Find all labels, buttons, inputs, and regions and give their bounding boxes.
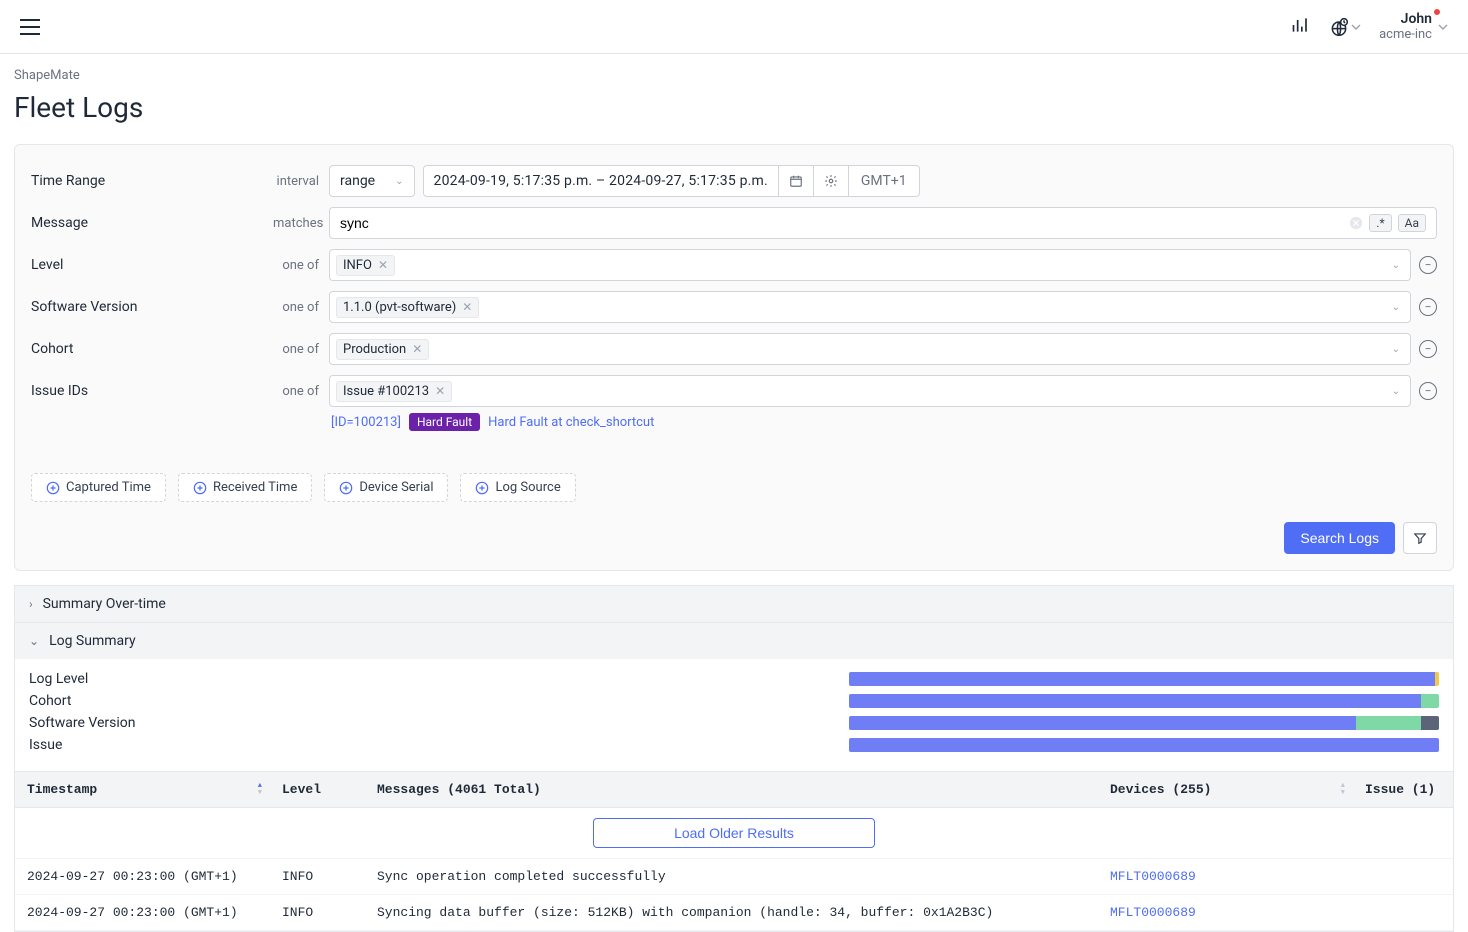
issue-id-link[interactable]: [ID=100213] — [331, 415, 401, 430]
summary-row: Software Version — [29, 715, 1439, 731]
breadcrumb[interactable]: ShapeMate — [14, 68, 1454, 83]
col-level: Level — [270, 772, 365, 808]
log-summary-header[interactable]: ⌄ Log Summary — [15, 623, 1453, 659]
gear-icon[interactable] — [814, 165, 849, 197]
user-org: acme-inc — [1379, 27, 1432, 42]
level-multiselect[interactable]: INFO✕ ⌄ — [329, 249, 1411, 281]
filter-settings-button[interactable] — [1403, 522, 1437, 554]
col-timestamp[interactable]: Timestamp▲▼ — [15, 772, 270, 808]
tag-swversion: 1.1.0 (pvt-software)✕ — [336, 297, 479, 318]
chevron-down-icon: ⌄ — [1392, 302, 1400, 313]
summary-row: Log Level — [29, 671, 1439, 687]
timezone-button[interactable]: GMT+1 — [849, 165, 920, 197]
issue-title-link[interactable]: Hard Fault at check_shortcut — [488, 415, 654, 430]
remove-filter-button[interactable]: − — [1419, 298, 1437, 316]
hamburger-menu-icon[interactable] — [20, 17, 40, 37]
tag-remove-icon[interactable]: ✕ — [435, 384, 445, 398]
tag-remove-icon[interactable]: ✕ — [378, 258, 388, 272]
chevron-down-icon: ⌄ — [1392, 260, 1400, 271]
filter-sublabel-matches: matches — [273, 216, 329, 231]
filter-sublabel: one of — [273, 342, 329, 357]
metrics-icon[interactable] — [1291, 15, 1311, 39]
col-messages: Messages (4061 Total) — [365, 772, 1098, 808]
search-logs-button[interactable]: Search Logs — [1284, 522, 1395, 554]
remove-filter-button[interactable]: − — [1419, 256, 1437, 274]
chevron-down-icon: ⌄ — [1392, 344, 1400, 355]
message-filter-input[interactable] — [340, 215, 1349, 231]
tag-remove-icon[interactable]: ✕ — [462, 300, 472, 314]
cohort-multiselect[interactable]: Production✕ ⌄ — [329, 333, 1411, 365]
filter-label-message: Message — [31, 215, 273, 231]
globe-time-icon[interactable] — [1329, 17, 1361, 37]
summary-bar[interactable] — [849, 738, 1439, 752]
chevron-right-icon: › — [29, 597, 33, 611]
load-older-button[interactable]: Load Older Results — [593, 818, 875, 848]
calendar-icon[interactable] — [779, 165, 814, 197]
case-toggle[interactable]: Aa — [1398, 214, 1426, 232]
page-title: Fleet Logs — [14, 91, 1454, 124]
add-filter-button[interactable]: Device Serial — [324, 473, 448, 502]
message-filter-input-wrapper: .* Aa — [329, 207, 1437, 239]
summary-row: Issue — [29, 737, 1439, 753]
filter-sublabel: one of — [273, 384, 329, 399]
summary-over-time-header[interactable]: › Summary Over-time — [15, 586, 1453, 622]
issue-multiselect[interactable]: Issue #100213✕ ⌄ — [329, 375, 1411, 407]
summary-bar[interactable] — [849, 716, 1439, 730]
filter-label-level: Level — [31, 257, 273, 273]
tag-issue: Issue #100213✕ — [336, 381, 452, 402]
tag-cohort: Production✕ — [336, 339, 429, 360]
date-range-input[interactable]: 2024-09-19, 5:17:35 p.m. – 2024-09-27, 5… — [423, 165, 779, 197]
software-version-multiselect[interactable]: 1.1.0 (pvt-software)✕ ⌄ — [329, 291, 1411, 323]
chevron-down-icon — [1438, 22, 1448, 32]
filter-label-swversion: Software Version — [31, 299, 273, 315]
filter-sublabel: one of — [273, 300, 329, 315]
chevron-down-icon: ⌄ — [29, 634, 39, 648]
col-devices[interactable]: Devices (255)▲▼ — [1098, 772, 1353, 808]
summary-bar[interactable] — [849, 694, 1439, 708]
device-link[interactable]: MFLT0000689 — [1110, 869, 1196, 884]
device-link[interactable]: MFLT0000689 — [1110, 905, 1196, 920]
regex-toggle[interactable]: .* — [1369, 214, 1391, 232]
clear-icon[interactable] — [1349, 216, 1363, 230]
user-name: John — [1401, 11, 1432, 27]
add-filter-button[interactable]: Captured Time — [31, 473, 166, 502]
filter-label-cohort: Cohort — [31, 341, 273, 357]
summary-row: Cohort — [29, 693, 1439, 709]
tag-remove-icon[interactable]: ✕ — [412, 342, 422, 356]
summary-bar[interactable] — [849, 672, 1439, 686]
filter-sublabel-interval: interval — [273, 174, 329, 189]
remove-filter-button[interactable]: − — [1419, 382, 1437, 400]
tag-level: INFO✕ — [336, 255, 395, 276]
col-issue: Issue (1) — [1353, 772, 1453, 808]
add-filter-button[interactable]: Received Time — [178, 473, 312, 502]
filter-label-timerange: Time Range — [31, 173, 273, 189]
chevron-down-icon: ⌄ — [395, 176, 403, 187]
issue-badge: Hard Fault — [409, 413, 480, 431]
remove-filter-button[interactable]: − — [1419, 340, 1437, 358]
filter-label-issueids: Issue IDs — [31, 383, 273, 399]
table-row[interactable]: 2024-09-27 00:23:00 (GMT+1)INFOSync oper… — [15, 859, 1453, 895]
chevron-down-icon: ⌄ — [1392, 386, 1400, 397]
filter-sublabel: one of — [273, 258, 329, 273]
interval-select[interactable]: range ⌄ — [329, 165, 415, 197]
add-filter-button[interactable]: Log Source — [460, 473, 575, 502]
user-menu[interactable]: John acme-inc — [1379, 11, 1448, 42]
table-row[interactable]: 2024-09-27 00:23:00 (GMT+1)INFOSyncing d… — [15, 895, 1453, 931]
